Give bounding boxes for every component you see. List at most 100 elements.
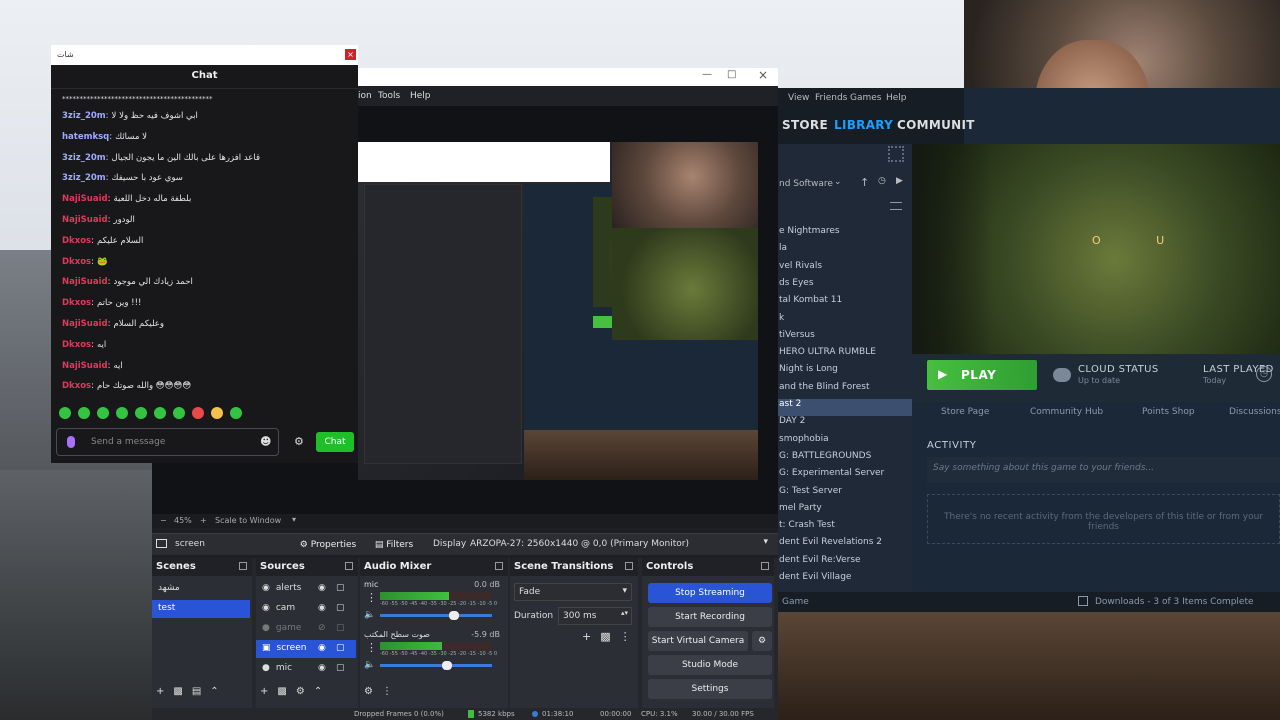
game-list-item[interactable]: vel Rivals bbox=[778, 261, 912, 278]
volume-slider[interactable] bbox=[380, 611, 492, 620]
sort-up-icon[interactable]: ↑ bbox=[860, 176, 869, 189]
close-icon[interactable]: × bbox=[758, 68, 768, 82]
scene-item-selected[interactable]: test bbox=[152, 600, 250, 618]
game-list-item[interactable]: ds Eyes bbox=[778, 278, 912, 295]
emote-icon[interactable] bbox=[116, 407, 128, 419]
game-list-item[interactable]: t: Crash Test bbox=[778, 520, 912, 537]
play-circle-icon[interactable]: ▶ bbox=[896, 176, 903, 186]
eye-icon[interactable]: ◉ bbox=[318, 663, 326, 673]
steam-menu-friends[interactable]: Friends bbox=[815, 93, 847, 103]
minimize-icon[interactable]: — bbox=[702, 69, 712, 80]
clock-icon[interactable]: ◷ bbox=[1256, 366, 1272, 382]
lock-icon[interactable]: ▢ bbox=[336, 623, 345, 633]
game-list-item[interactable]: e Nightmares bbox=[778, 226, 912, 243]
gear-icon[interactable]: ⚙ bbox=[296, 686, 314, 697]
menu-help[interactable]: Help bbox=[410, 91, 431, 101]
source-item-mic[interactable]: ● mic ◉ ▢ bbox=[256, 660, 356, 678]
chat-username[interactable]: NajiSuaid bbox=[62, 215, 108, 225]
source-item-alerts[interactable]: ◉ alerts ◉ ▢ bbox=[256, 580, 356, 598]
maximize-icon[interactable]: □ bbox=[727, 69, 736, 80]
chat-username[interactable]: NajiSuaid bbox=[62, 277, 108, 287]
scene-item[interactable]: مشهد bbox=[152, 580, 252, 598]
game-list-item[interactable]: mel Party bbox=[778, 503, 912, 520]
stop-streaming-button[interactable]: Stop Streaming bbox=[648, 583, 772, 603]
game-list-item-selected[interactable]: ast 2 bbox=[778, 399, 912, 416]
eye-icon[interactable]: ◉ bbox=[318, 583, 326, 593]
game-list-item[interactable]: HERO ULTRA RUMBLE bbox=[778, 347, 912, 364]
dock-float-icon[interactable] bbox=[495, 562, 503, 570]
more-icon[interactable]: ⋮ bbox=[366, 591, 377, 604]
chat-username[interactable]: Dkxos bbox=[62, 257, 91, 267]
remove-transition-icon[interactable]: ▩ bbox=[600, 630, 619, 643]
game-list-item[interactable]: la bbox=[778, 243, 912, 260]
remove-source-icon[interactable]: ▩ bbox=[277, 686, 295, 697]
add-source-icon[interactable]: + bbox=[260, 686, 277, 697]
lock-icon[interactable]: ▢ bbox=[336, 603, 345, 613]
emote-icon[interactable] bbox=[97, 407, 109, 419]
emoji-icon[interactable]: ☻ bbox=[260, 435, 271, 448]
volume-knob[interactable] bbox=[449, 611, 460, 620]
chat-username[interactable]: Dkxos bbox=[62, 236, 91, 246]
emote-icon[interactable] bbox=[135, 407, 147, 419]
tab-store-page[interactable]: Store Page bbox=[941, 407, 989, 417]
steam-menu-help[interactable]: Help bbox=[886, 93, 907, 103]
dock-float-icon[interactable] bbox=[239, 562, 247, 570]
volume-slider[interactable] bbox=[380, 661, 492, 670]
scale-mode[interactable]: Scale to Window bbox=[215, 516, 281, 525]
game-list-item[interactable]: G: Experimental Server bbox=[778, 468, 912, 485]
zoom-minus-icon[interactable]: − bbox=[160, 516, 167, 525]
start-virtual-camera-button[interactable]: Start Virtual Camera bbox=[648, 631, 748, 651]
source-item-screen[interactable]: ▣ screen ◉ ▢ bbox=[256, 640, 356, 658]
add-game-label[interactable]: Game bbox=[782, 597, 809, 607]
filter-scene-icon[interactable]: ▤ bbox=[192, 686, 210, 697]
add-transition-icon[interactable]: + bbox=[582, 630, 600, 643]
game-list-item[interactable]: DAY 2 bbox=[778, 416, 912, 433]
speaker-icon[interactable]: 🔈 bbox=[364, 660, 375, 670]
chat-username[interactable]: Dkxos bbox=[62, 340, 91, 350]
game-list-item[interactable]: tiVersus bbox=[778, 330, 912, 347]
game-list-item[interactable]: k bbox=[778, 313, 912, 330]
dock-float-icon[interactable] bbox=[761, 562, 769, 570]
display-select[interactable]: ARZOPA-27: 2560x1440 @ 0,0 (Primary Moni… bbox=[468, 535, 772, 553]
lock-icon[interactable]: ▢ bbox=[336, 583, 345, 593]
library-filter[interactable]: nd Software ⌄ ↑ ◷ ▶ bbox=[778, 174, 912, 194]
scale-dropdown-icon[interactable]: ▾ bbox=[292, 515, 296, 524]
source-item-cam[interactable]: ◉ cam ◉ ▢ bbox=[256, 600, 356, 618]
dock-float-icon[interactable] bbox=[625, 562, 633, 570]
chat-username[interactable]: Dkxos bbox=[62, 298, 91, 308]
add-scene-icon[interactable]: + bbox=[156, 686, 173, 697]
grid-view-icon[interactable] bbox=[888, 146, 904, 162]
tab-points-shop[interactable]: Points Shop bbox=[1142, 407, 1195, 417]
emote-icon[interactable] bbox=[173, 407, 185, 419]
game-list-item[interactable]: dent Evil Village bbox=[778, 572, 912, 589]
tab-community-hub[interactable]: Community Hub bbox=[1030, 407, 1103, 417]
transition-select[interactable]: Fade ▾ bbox=[514, 583, 632, 601]
emote-icon[interactable] bbox=[59, 407, 71, 419]
more-icon[interactable]: ⋮ bbox=[382, 686, 401, 697]
chat-username[interactable]: 3ziz_20m bbox=[62, 153, 106, 163]
lock-icon[interactable]: ▢ bbox=[336, 663, 345, 673]
chat-username[interactable]: hatemksq bbox=[62, 132, 109, 142]
start-recording-button[interactable]: Start Recording bbox=[648, 607, 772, 627]
close-icon[interactable]: × bbox=[345, 49, 356, 60]
game-list-item[interactable]: G: Test Server bbox=[778, 486, 912, 503]
game-list-item[interactable]: G: BATTLEGROUNDS bbox=[778, 451, 912, 468]
studio-mode-button[interactable]: Studio Mode bbox=[648, 655, 772, 675]
chat-username[interactable]: 3ziz_20m bbox=[62, 111, 106, 121]
virtual-camera-settings-button[interactable]: ⚙ bbox=[752, 631, 772, 651]
source-item-game[interactable]: ● game ⊘ ▢ bbox=[256, 620, 356, 638]
chat-send-button[interactable]: Chat bbox=[316, 432, 354, 452]
game-list-item[interactable]: dent Evil Revelations 2 bbox=[778, 537, 912, 554]
speaker-icon[interactable]: 🔈 bbox=[364, 610, 375, 620]
move-up-icon[interactable]: ⌃ bbox=[210, 686, 227, 697]
steam-menu-games[interactable]: Games bbox=[850, 93, 881, 103]
eye-icon[interactable]: ◉ bbox=[318, 643, 326, 653]
clock-icon[interactable]: ◷ bbox=[878, 176, 886, 186]
gear-icon[interactable]: ⚙ bbox=[294, 435, 304, 448]
volume-knob[interactable] bbox=[441, 661, 452, 670]
chat-username[interactable]: NajiSuaid bbox=[62, 194, 108, 204]
game-list-item[interactable]: tal Kombat 11 bbox=[778, 295, 912, 312]
steam-nav-store[interactable]: STORE bbox=[782, 118, 828, 132]
emote-icon[interactable] bbox=[211, 407, 223, 419]
filters-button[interactable]: ▤ Filters bbox=[374, 535, 414, 555]
